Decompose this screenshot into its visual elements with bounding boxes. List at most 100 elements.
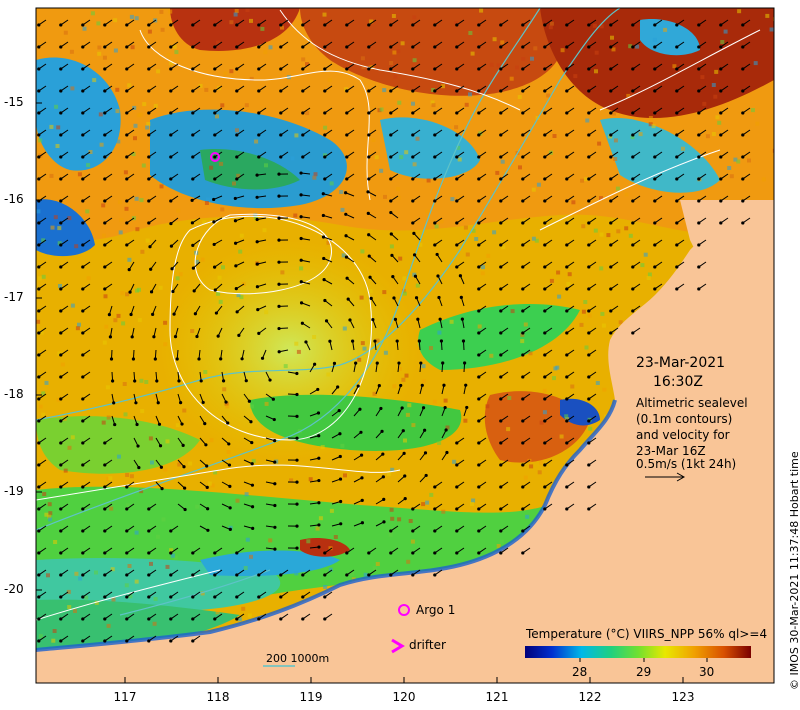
current-vector-head: [301, 23, 305, 27]
current-vector-head: [59, 111, 63, 115]
current-vector-head: [587, 419, 591, 423]
current-vector-head: [103, 639, 107, 643]
sst-pixel: [443, 398, 448, 403]
current-vector-head: [609, 177, 613, 181]
current-vector-head: [235, 23, 239, 27]
sst-pixel: [229, 20, 234, 25]
sst-pixel: [97, 51, 102, 56]
sst-pixel: [38, 404, 43, 409]
sst-pixel: [772, 148, 774, 153]
current-vector-head: [477, 309, 481, 313]
sst-pixel: [165, 439, 170, 444]
current-vector-head: [477, 287, 481, 291]
sst-pixel: [249, 554, 253, 559]
sst-pixel: [405, 412, 410, 417]
sst-pixel: [37, 276, 42, 281]
sst-pixel: [531, 187, 536, 192]
sst-pixel: [42, 492, 47, 496]
current-vector-head: [423, 428, 427, 432]
sst-pixel: [528, 351, 533, 356]
sst-pixel: [421, 364, 426, 369]
current-vector-head: [358, 407, 362, 411]
sst-pixel: [587, 313, 592, 318]
current-vector-head: [477, 221, 481, 225]
sst-pixel: [672, 64, 677, 69]
sst-pixel: [203, 370, 208, 374]
current-vector-head: [323, 111, 327, 115]
current-vector-head: [224, 400, 228, 404]
sst-pixel: [580, 178, 585, 183]
current-vector-head: [411, 573, 415, 577]
sst-pixel: [220, 207, 225, 212]
current-vector-head: [587, 485, 591, 489]
sst-pixel: [468, 31, 473, 35]
sst-pixel: [372, 566, 377, 571]
sst-pixel: [595, 381, 600, 385]
colorbar-title: Temperature (°C) VIIRS_NPP 56% ql>=4: [526, 627, 768, 641]
current-vector-head: [477, 199, 481, 203]
current-vector-head: [433, 23, 437, 27]
sst-pixel: [500, 40, 505, 45]
sst-pixel: [166, 53, 171, 58]
sst-pixel: [217, 275, 222, 280]
current-vector-head: [137, 465, 141, 470]
current-vector-head: [477, 265, 481, 269]
current-vector-head: [455, 463, 459, 467]
current-vector-head: [339, 499, 343, 504]
sst-pixel: [415, 136, 420, 141]
sst-pixel: [106, 415, 111, 420]
sst-pixel: [268, 538, 273, 543]
sst-pixel: [753, 61, 758, 66]
current-vector-head: [175, 357, 179, 361]
current-vector-head: [565, 243, 569, 247]
current-vector-head: [741, 155, 745, 159]
current-vector-head: [389, 155, 393, 159]
sst-pixel: [533, 46, 538, 51]
current-vector-head: [397, 361, 401, 365]
current-vector-head: [169, 133, 173, 137]
current-vector-head: [147, 639, 151, 643]
current-vector-head: [295, 392, 299, 397]
current-vector-head: [653, 111, 657, 115]
current-vector-head: [81, 485, 85, 489]
sst-pixel: [225, 404, 230, 409]
current-vector-head: [675, 177, 679, 181]
sst-pixel: [105, 385, 110, 390]
current-vector-head: [565, 419, 569, 423]
current-vector-head: [277, 194, 281, 198]
sst-pixel: [392, 50, 397, 55]
current-vector-head: [521, 551, 525, 555]
current-vector-head: [382, 520, 386, 524]
current-vector-head: [609, 221, 613, 225]
current-vector-head: [149, 290, 154, 294]
current-vector-head: [631, 287, 635, 291]
current-vector-head: [213, 265, 217, 269]
current-vector-head: [247, 399, 251, 403]
current-vector-head: [155, 379, 159, 383]
current-vector-head: [367, 155, 371, 159]
sst-pixel: [147, 29, 152, 34]
description-line: 23-Mar 16Z: [636, 444, 706, 458]
current-vector-head: [587, 397, 591, 401]
current-vector-head: [389, 23, 393, 27]
sst-pixel: [182, 408, 187, 413]
current-vector-head: [177, 379, 181, 383]
current-vector-head: [37, 89, 41, 93]
current-vector-head: [151, 312, 155, 316]
current-vector-head: [477, 243, 481, 247]
sst-pixel: [564, 414, 569, 419]
current-vector-head: [367, 111, 371, 115]
current-vector-head: [328, 339, 332, 343]
current-vector-head: [301, 133, 305, 137]
current-vector-head: [191, 639, 195, 643]
current-vector-head: [205, 485, 209, 489]
sst-pixel: [479, 8, 484, 13]
current-vector-head: [299, 280, 303, 284]
sst-pixel: [262, 228, 267, 233]
current-vector-head: [521, 375, 525, 379]
current-vector-head: [103, 265, 107, 269]
sst-pixel: [260, 26, 265, 31]
current-vector-head: [411, 23, 415, 27]
sst-pixel: [624, 192, 629, 197]
sst-pixel: [134, 16, 139, 21]
